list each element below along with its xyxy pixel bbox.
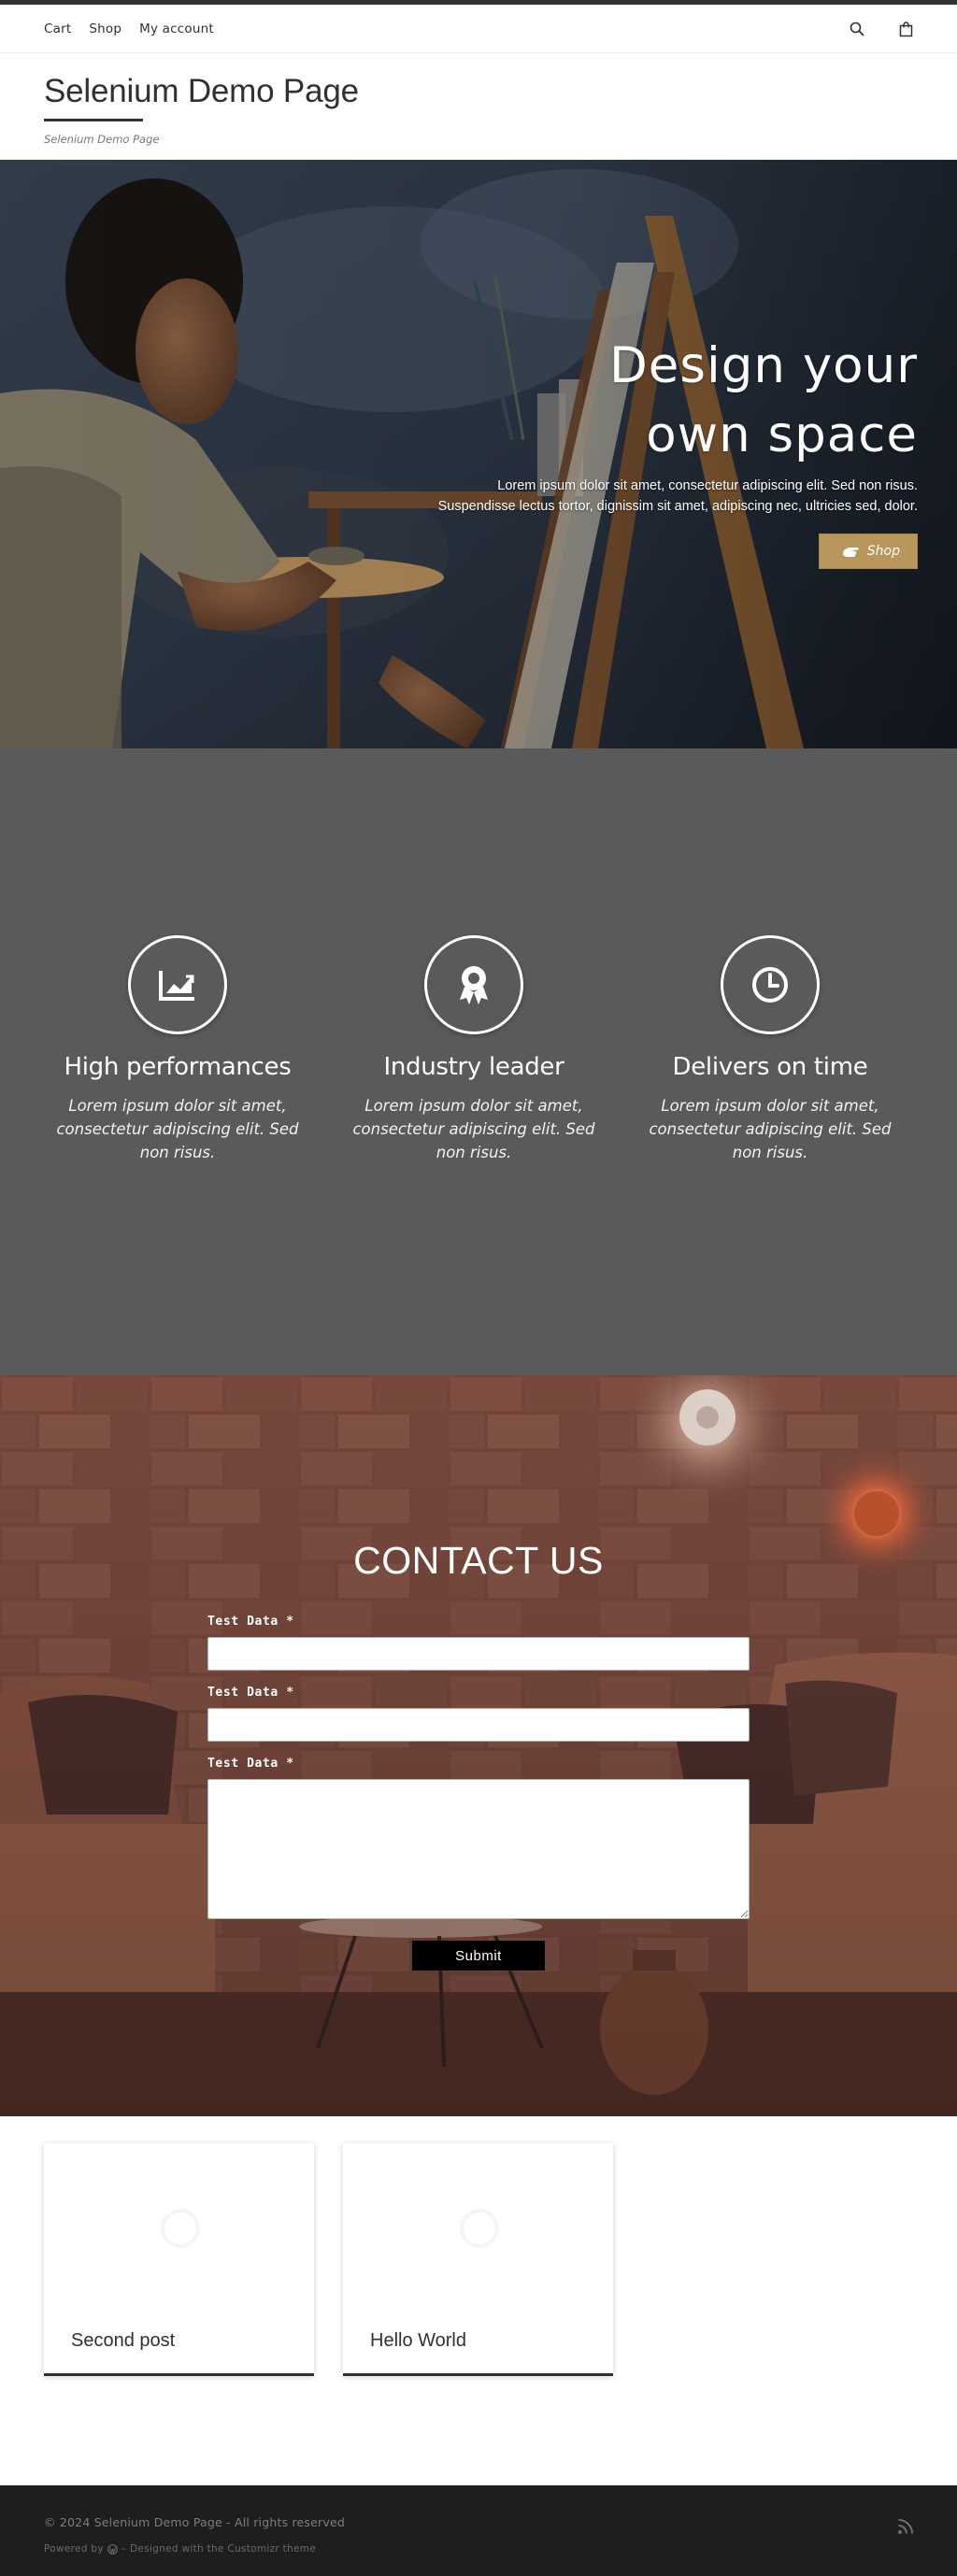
test-data-field-1[interactable] — [207, 1637, 750, 1671]
submit-button[interactable]: Submit — [412, 1941, 545, 1971]
hero-text: Lorem ipsum dolor sit amet, consectetur … — [437, 478, 918, 514]
field-2-label: Test Data * — [207, 1686, 294, 1700]
hand-pointer-icon — [842, 547, 859, 557]
line-chart-icon — [159, 971, 194, 1001]
designed-with-text: – Designed with the Customizr theme — [121, 2543, 317, 2555]
hero-caption: Design your own space Lorem ipsum dolor … — [432, 332, 918, 569]
feature-icon-circle[interactable] — [721, 935, 820, 1034]
test-data-textarea[interactable] — [207, 1779, 750, 1919]
feature-text: Lorem ipsum dolor sit amet, consectetur … — [56, 1097, 299, 1161]
site-branding: Selenium Demo Page Selenium Demo Page — [44, 70, 359, 146]
nav-shop-link[interactable]: Shop — [89, 21, 121, 36]
hero-shop-button[interactable]: Shop — [818, 534, 918, 569]
post-card-second-post[interactable]: Second post — [44, 2143, 314, 2376]
hero-title-line-2: own space — [646, 406, 918, 463]
hero-title: Design your own space — [432, 332, 918, 470]
hero-shop-button-label: Shop — [866, 544, 900, 559]
header-tools — [848, 5, 915, 53]
main-menu: Cart Shop My account — [44, 5, 214, 53]
rss-icon[interactable] — [897, 2518, 914, 2535]
contact-background-image — [0, 1375, 957, 2116]
wordpress-icon[interactable] — [107, 2543, 118, 2555]
feature-text: Lorem ipsum dolor sit amet, consectetur … — [649, 1097, 892, 1161]
search-icon[interactable] — [848, 20, 866, 38]
clock-icon — [752, 967, 788, 1003]
post-thumbnail-placeholder-icon — [460, 2209, 499, 2248]
nav-cart-link[interactable]: Cart — [44, 21, 71, 36]
nav-my-account-link[interactable]: My account — [139, 21, 214, 36]
shopping-bag-icon[interactable] — [896, 20, 915, 38]
hero-title-line-1: Design your — [608, 337, 918, 394]
post-card-hello-world[interactable]: Hello World — [343, 2143, 613, 2376]
test-data-field-2[interactable] — [207, 1708, 750, 1742]
feature-icon-circle[interactable] — [424, 935, 523, 1034]
post-title[interactable]: Second post — [71, 2330, 175, 2352]
feature-title[interactable]: Industry leader — [338, 1053, 609, 1081]
featured-pages: High performances Lorem ipsum dolor sit … — [0, 748, 957, 1375]
footer-credits: Powered by – Designed with the Customizr… — [44, 2543, 316, 2555]
feature-industry-leader: Industry leader Lorem ipsum dolor sit am… — [338, 935, 609, 1164]
post-title[interactable]: Hello World — [370, 2330, 466, 2352]
powered-by-text: Powered by — [44, 2543, 104, 2555]
top-navigation: Cart Shop My account — [0, 5, 957, 53]
field-1-label: Test Data * — [207, 1615, 294, 1629]
feature-text: Lorem ipsum dolor sit amet, consectetur … — [352, 1097, 595, 1161]
footer-copyright: © 2024 Selenium Demo Page - All rights r… — [44, 2515, 345, 2529]
site-tagline: Selenium Demo Page — [44, 133, 160, 146]
post-thumbnail-placeholder-icon — [161, 2209, 200, 2248]
contact-title: CONTACT US — [353, 1539, 604, 1582]
feature-title[interactable]: Delivers on time — [635, 1053, 906, 1081]
site-footer: © 2024 Selenium Demo Page - All rights r… — [0, 2485, 957, 2576]
field-3-label: Test Data * — [207, 1757, 294, 1771]
contact-section: CONTACT US Test Data * Test Data * Test … — [0, 1375, 957, 2116]
award-icon — [460, 966, 488, 1004]
title-underline — [44, 119, 143, 121]
hero-slider: Design your own space Lorem ipsum dolor … — [0, 160, 957, 748]
feature-icon-circle[interactable] — [128, 935, 227, 1034]
site-title[interactable]: Selenium Demo Page — [44, 70, 359, 113]
feature-high-performances: High performances Lorem ipsum dolor sit … — [42, 935, 313, 1164]
feature-delivers-on-time: Delivers on time Lorem ipsum dolor sit a… — [635, 935, 906, 1164]
feature-title[interactable]: High performances — [42, 1053, 313, 1081]
